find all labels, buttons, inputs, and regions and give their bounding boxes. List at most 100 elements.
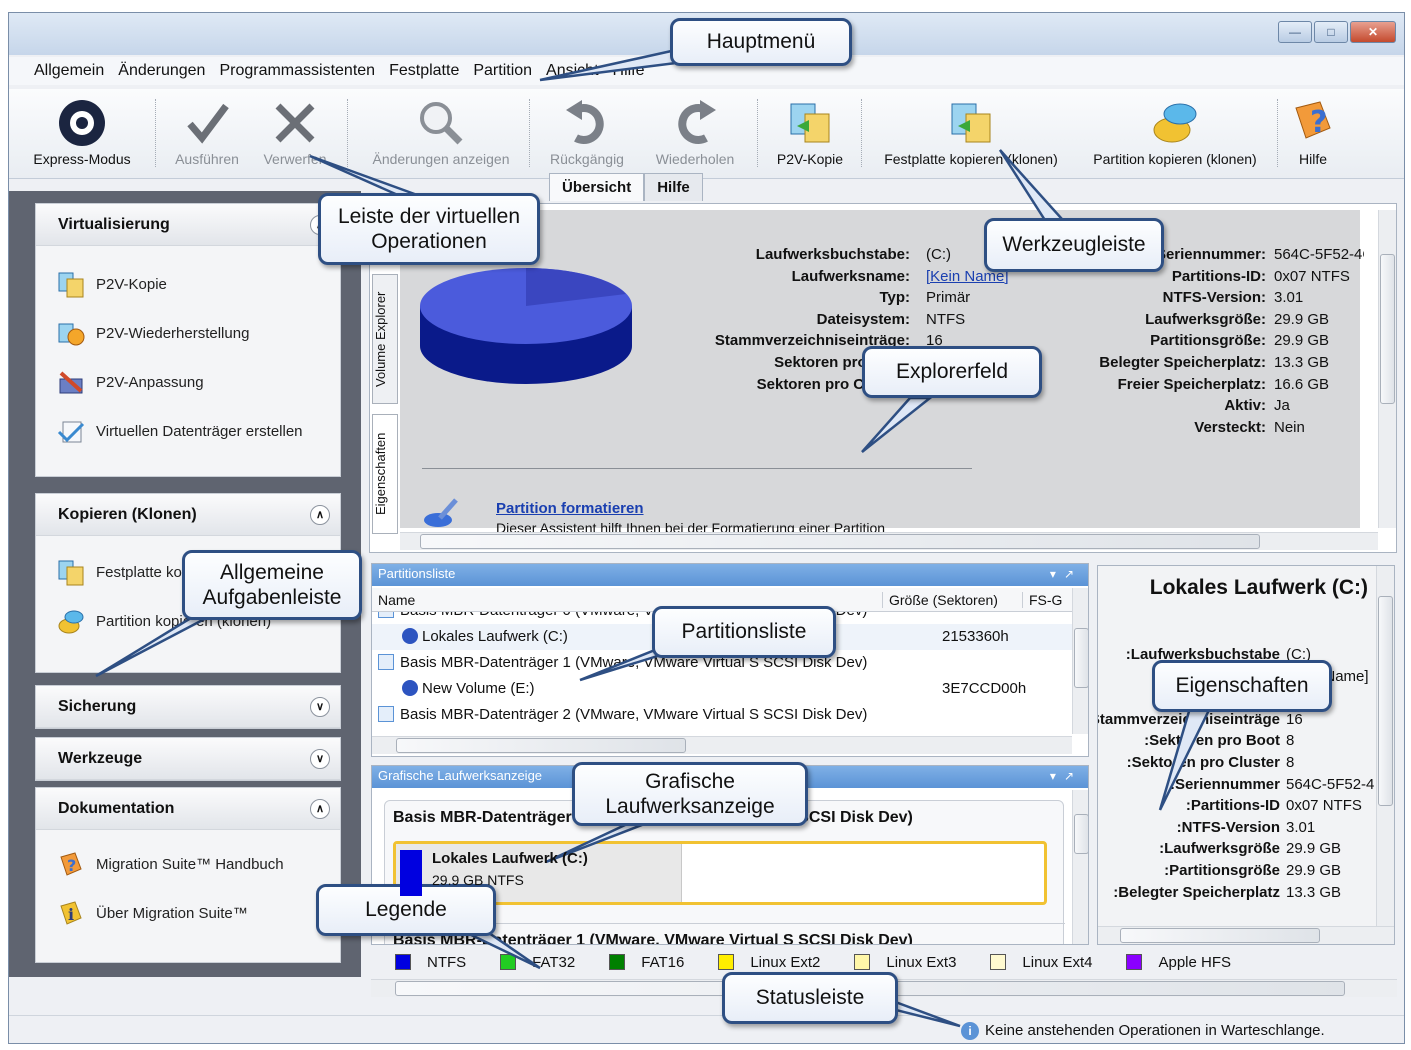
- discard-label: Verwerfen: [263, 151, 327, 167]
- properties-hscroll[interactable]: [1098, 926, 1394, 944]
- graphic-disk-vscroll[interactable]: [1072, 790, 1088, 944]
- menu-ansicht[interactable]: Ansicht: [539, 62, 605, 80]
- legend-label: Apple HFS: [1158, 953, 1232, 971]
- menu-hilfe[interactable]: Hilfe: [606, 62, 652, 80]
- legend: NTFS FAT32 FAT16 Linux Ext2 Linux Ext3 Linux …: [395, 948, 1395, 976]
- p2v-copy-label: P2V-Kopie: [776, 151, 844, 167]
- clone-disk-icon: [871, 95, 1071, 151]
- pane-controls-icon[interactable]: ▾↗: [1050, 769, 1082, 783]
- checkmark-icon: [169, 95, 245, 151]
- partition-list-pane: Partitionsliste ▾↗ Name Größe (Sektoren) …: [371, 563, 1089, 757]
- format-partition-link[interactable]: Partition formatieren: [496, 500, 644, 517]
- collapse-icon[interactable]: ∧: [310, 504, 330, 525]
- properties-vscroll[interactable]: [1376, 566, 1394, 928]
- col-name[interactable]: Name: [378, 592, 415, 608]
- prop-label: Sektoren pro Cluster:: [1126, 754, 1280, 771]
- prop-value: Primär: [926, 289, 971, 307]
- prop-value: 3.01: [1286, 818, 1316, 836]
- prop-label: Typ:: [879, 289, 910, 307]
- task-about[interactable]: i Über Migration Suite™: [36, 889, 340, 938]
- callout-hauptmenue: Hauptmenü: [670, 18, 852, 66]
- clone-disk-button[interactable]: Festplatte kopieren (klonen): [871, 95, 1071, 175]
- explorer-hscroll[interactable]: [400, 532, 1378, 550]
- prop-label: Laufwerksname:: [791, 267, 910, 285]
- express-mode-button[interactable]: Express-Modus: [27, 95, 137, 175]
- callout-aufgabenleiste: Allgemeine Aufgabenleiste: [182, 550, 362, 620]
- svg-text:i: i: [68, 905, 74, 924]
- legend-swatch: [609, 954, 626, 970]
- expand-icon[interactable]: ∨: [310, 696, 330, 717]
- col-fs[interactable]: FS-G: [1022, 592, 1062, 608]
- task-create-virtual-disk[interactable]: Virtuellen Datenträger erstellen: [36, 407, 340, 456]
- prop-label: Seriennummer:: [1169, 775, 1280, 793]
- callout-explorerfeld: Explorerfeld: [862, 346, 1042, 398]
- tab-volume-explorer[interactable]: Volume Explorer: [372, 274, 398, 404]
- col-size[interactable]: Größe (Sektoren): [882, 592, 998, 608]
- partition-list-hscroll[interactable]: [372, 736, 1072, 754]
- format-partition-desc: Dieser Assistent hilft Ihnen bei der For…: [496, 520, 886, 532]
- help-button[interactable]: ? Hilfe: [1283, 95, 1343, 175]
- p2v-copy-button[interactable]: P2V-Kopie: [765, 95, 855, 175]
- close-button[interactable]: ✕: [1350, 21, 1396, 43]
- menu-festplatte[interactable]: Festplatte: [382, 62, 466, 80]
- task-p2v-copy[interactable]: P2V-Kopie: [36, 260, 340, 309]
- clone-partition-button[interactable]: Partition kopieren (klonen): [1083, 95, 1267, 175]
- prop-label: Partitionsgröße:: [1150, 332, 1266, 350]
- redo-button[interactable]: Wiederholen: [645, 95, 745, 175]
- legend-item: Linux Ext3: [854, 954, 956, 971]
- callout-werkzeugleiste: Werkzeugleiste: [984, 218, 1164, 272]
- explorer-vscroll[interactable]: [1378, 210, 1396, 528]
- prop-label: Belegter Speicherplatz:: [1099, 354, 1266, 371]
- menu-partition[interactable]: Partition: [466, 62, 539, 80]
- callout-grafische-anzeige: Grafische Laufwerksanzeige: [572, 762, 808, 826]
- row-size: 2153360h: [942, 628, 1009, 645]
- maximize-button[interactable]: □: [1314, 21, 1348, 43]
- menu-programmassistenten[interactable]: Programmassistenten: [212, 62, 382, 80]
- properties-pane: Lokales Laufwerk (C:) Laufwerksbuchstabe…: [1097, 565, 1395, 945]
- volume-icon: [402, 680, 418, 696]
- format-partition-icon: [420, 498, 460, 532]
- legend-label: FAT16: [641, 953, 685, 971]
- collapse-icon[interactable]: ∧: [310, 798, 330, 819]
- prop-label: Laufwerksgröße:: [1159, 840, 1280, 858]
- undo-icon: [537, 95, 637, 151]
- task-manual[interactable]: ? Migration Suite™ Handbuch: [36, 840, 340, 889]
- prop-label: Dateisystem:: [816, 310, 910, 328]
- execute-button[interactable]: Ausführen: [169, 95, 245, 175]
- task-label: Virtuellen Datenträger erstellen: [96, 423, 303, 440]
- table-row[interactable]: New Volume (E:) 3E7CCD00h: [372, 676, 1072, 702]
- group-werkzeuge[interactable]: Werkzeuge ∨: [35, 737, 341, 781]
- minimize-button[interactable]: —: [1278, 21, 1312, 43]
- menu-allgemein[interactable]: Allgemein: [27, 62, 111, 80]
- express-mode-label: Express-Modus: [33, 151, 131, 167]
- svg-text:?: ?: [67, 856, 76, 875]
- clone-partition-icon: [56, 607, 86, 637]
- group-title: Sicherung: [58, 697, 137, 715]
- tab-help[interactable]: Hilfe: [644, 173, 703, 201]
- tab-eigenschaften[interactable]: Eigenschaften: [372, 414, 398, 534]
- legend-swatch: [854, 954, 871, 970]
- undo-button[interactable]: Rückgängig: [537, 95, 637, 175]
- prop-value: 13.3 GB: [1286, 883, 1342, 901]
- legend-swatch: [1126, 954, 1143, 970]
- group-sicherung[interactable]: Sicherung ∨: [35, 685, 341, 729]
- partition-list-vscroll[interactable]: [1072, 588, 1088, 734]
- task-p2v-restore[interactable]: P2V-Wiederherstellung: [36, 309, 340, 358]
- prop-label: Partitionsgröße:: [1164, 862, 1280, 879]
- expand-icon[interactable]: ∨: [310, 748, 330, 769]
- group-virtualisierung: Virtualisierung∧ P2V-Kopie P2V-Wiederher…: [35, 203, 341, 477]
- callout-statusleiste: Statusleiste: [722, 972, 898, 1024]
- table-row[interactable]: Basis MBR-Datenträger 2 (VMware, VMware …: [372, 702, 1072, 728]
- legend-item: FAT32: [500, 954, 575, 971]
- discard-button[interactable]: Verwerfen: [255, 95, 335, 175]
- task-p2v-adjust[interactable]: P2V-Anpassung: [36, 358, 340, 407]
- menu-aenderungen[interactable]: Änderungen: [111, 62, 212, 80]
- prop-label: Stammverzeichniseinträge:: [714, 332, 910, 350]
- pane-controls-icon[interactable]: ▾↗: [1050, 567, 1082, 581]
- show-changes-button[interactable]: Änderungen anzeigen: [361, 95, 521, 175]
- task-label: P2V-Kopie: [96, 276, 167, 293]
- tab-overview[interactable]: Übersicht: [549, 173, 645, 201]
- info-icon: i: [56, 899, 86, 929]
- prop-value: 8: [1286, 754, 1295, 771]
- prop-value: 8: [1286, 732, 1295, 750]
